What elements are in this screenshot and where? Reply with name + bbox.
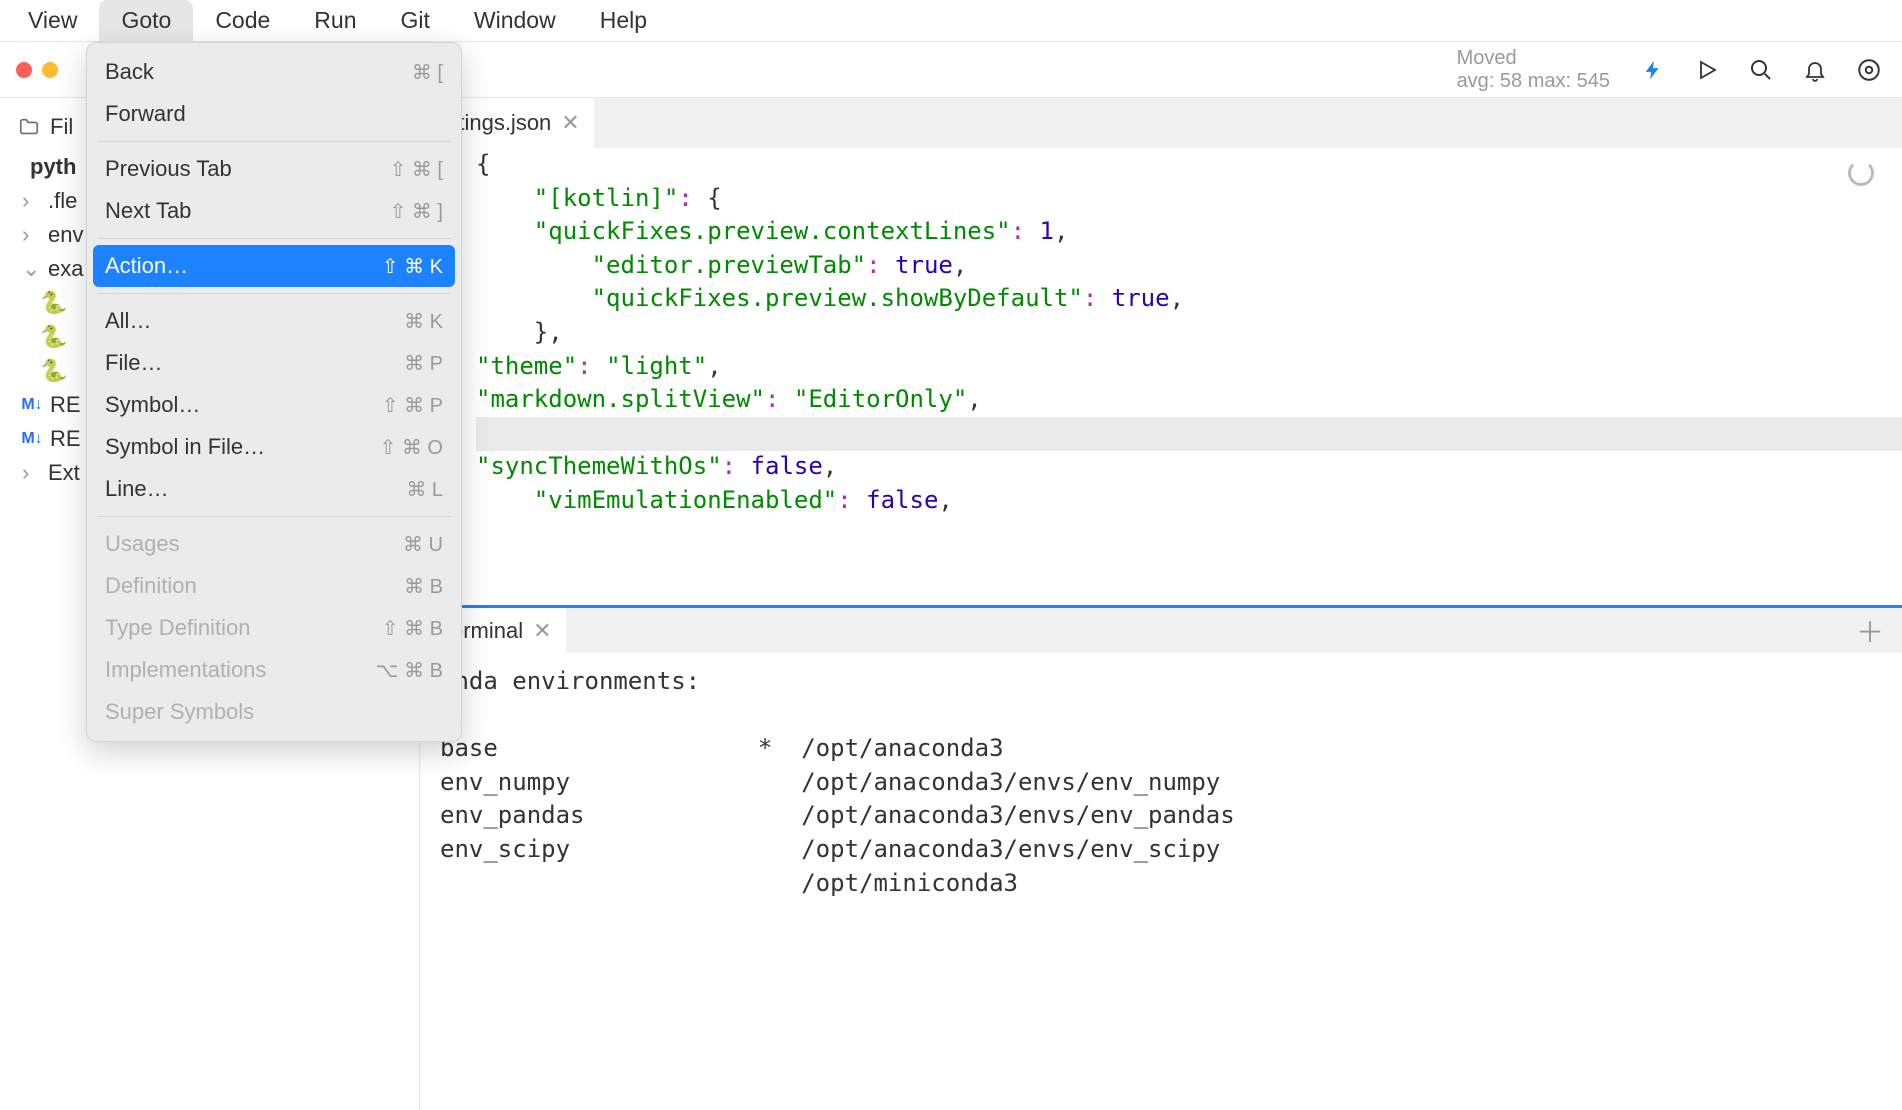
menu-git[interactable]: Git	[379, 0, 452, 41]
minimize-window[interactable]	[42, 62, 58, 78]
menu-run[interactable]: Run	[292, 0, 378, 41]
menu-view[interactable]: View	[6, 0, 99, 41]
bolt-icon[interactable]	[1640, 57, 1666, 83]
menu-item-typedefinition: Type Definition⇧ ⌘ B	[87, 607, 461, 649]
menu-goto[interactable]: Goto	[99, 0, 193, 41]
tool-window-tabs: Terminal ✕ ＋	[420, 605, 1902, 653]
menu-item-back[interactable]: Back⌘ [	[87, 51, 461, 93]
terminal-view[interactable]: onda environments:#base * /opt/anaconda3…	[420, 653, 1902, 1110]
close-window[interactable]	[16, 62, 32, 78]
window-controls	[16, 62, 84, 78]
menu-item-action[interactable]: Action…⇧ ⌘ K	[93, 245, 455, 287]
menu-item-usages: Usages⌘ U	[87, 523, 461, 565]
menu-item-previoustab[interactable]: Previous Tab⇧ ⌘ [	[87, 148, 461, 190]
menu-item-file[interactable]: File…⌘ P	[87, 342, 461, 384]
menubar: ViewGotoCodeRunGitWindowHelp	[0, 0, 1902, 42]
menu-item-symbol[interactable]: Symbol…⇧ ⌘ P	[87, 384, 461, 426]
maximize-window[interactable]	[68, 62, 84, 78]
menu-item-nexttab[interactable]: Next Tab⇧ ⌘ ]	[87, 190, 461, 232]
progress-spinner-icon	[1848, 160, 1874, 186]
menu-item-definition: Definition⌘ B	[87, 565, 461, 607]
run-icon[interactable]	[1694, 57, 1720, 83]
gear-icon[interactable]	[1856, 57, 1882, 83]
search-icon[interactable]	[1748, 57, 1774, 83]
menu-item-line[interactable]: Line…⌘ L	[87, 468, 461, 510]
goto-menu: Back⌘ [Forward Previous Tab⇧ ⌘ [Next Tab⇧…	[86, 42, 462, 742]
menu-item-supersymbols: Super Symbols	[87, 691, 461, 733]
add-tool-window-icon[interactable]: ＋	[1856, 611, 1884, 651]
menu-item-forward[interactable]: Forward	[87, 93, 461, 135]
perf-stats: Moved avg: 58 max: 545	[1457, 47, 1610, 93]
menu-code[interactable]: Code	[193, 0, 292, 41]
code-content: { "[kotlin]": { "quickFixes.preview.cont…	[476, 148, 1902, 605]
editor-tabs: ettings.json ✕	[420, 98, 1902, 148]
close-icon[interactable]: ✕	[561, 110, 579, 136]
menu-help[interactable]: Help	[578, 0, 669, 41]
menu-item-all[interactable]: All…⌘ K	[87, 300, 461, 342]
bell-icon[interactable]	[1802, 57, 1828, 83]
close-icon[interactable]: ✕	[533, 618, 551, 644]
menu-item-symbolinfile[interactable]: Symbol in File…⇧ ⌘ O	[87, 426, 461, 468]
editor-view[interactable]: 12345678901 { "[kotlin]": { "quickFixes.…	[420, 148, 1902, 605]
menu-item-implementations: Implementations⌥ ⌘ B	[87, 649, 461, 691]
menu-window[interactable]: Window	[452, 0, 578, 41]
